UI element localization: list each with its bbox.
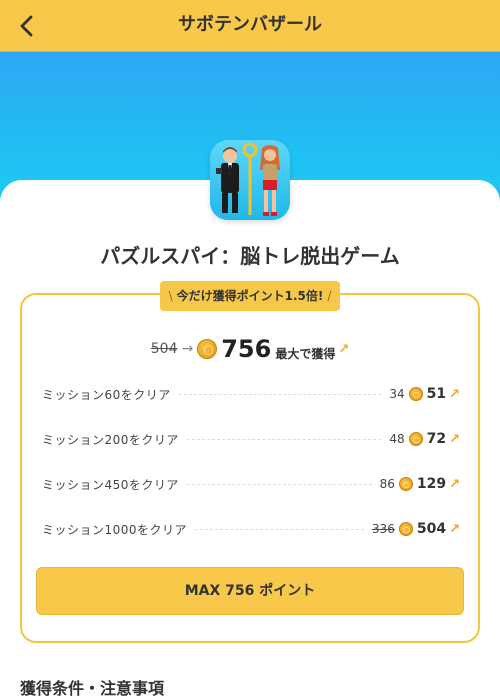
mission-old-points: 336 (371, 522, 395, 536)
arrow-up-right-icon: ↗ (449, 521, 460, 537)
mission-new-points: 51 (426, 386, 447, 402)
mission-row: ミッション450をクリア 86 129 ↗ (42, 474, 460, 494)
badge-text: 今だけ獲得ポイント1.5倍! (176, 289, 324, 303)
mission-new-points: 72 (426, 431, 447, 447)
max-earn-label: 最大で獲得 (275, 346, 336, 361)
max-points-button[interactable]: MAX 756 ポイント (36, 567, 464, 615)
mission-old-points: 34 (389, 387, 405, 401)
coin-icon (408, 432, 423, 446)
total-points-row: 504 → 756 最大で獲得 ↗ (20, 333, 480, 365)
mission-label: ミッション200をクリア (42, 432, 179, 447)
coin-icon (398, 522, 413, 536)
mission-row: ミッション1000をクリア 336 504 ↗ (42, 519, 460, 539)
app-icon (210, 140, 290, 220)
conditions-heading: 獲得条件・注意事項 (20, 679, 165, 698)
mission-row: ミッション60をクリア 34 51 ↗ (42, 384, 460, 404)
dotted-leader (186, 438, 382, 440)
page-title: サボテンバザール (178, 14, 322, 35)
coin-icon (398, 477, 413, 491)
badge-suffix: / (327, 289, 332, 303)
total-old-points: 504 (150, 341, 178, 357)
dotted-leader (195, 528, 364, 530)
badge-prefix: \ (168, 289, 173, 303)
coin-icon (408, 387, 423, 401)
mission-old-points: 86 (379, 477, 395, 491)
mission-old-points: 48 (389, 432, 405, 446)
promo-badge: \ 今だけ獲得ポイント1.5倍! / (160, 281, 340, 311)
mission-new-points: 504 (416, 521, 447, 537)
arrow-up-right-icon: ↗ (449, 386, 460, 402)
dotted-leader (186, 483, 372, 485)
dotted-leader (178, 393, 382, 395)
app-name: パズルスパイ：脳トレ脱出ゲーム (100, 244, 400, 268)
top-header: サボテンバザール (0, 0, 500, 52)
coin-icon (197, 339, 218, 359)
arrow-up-right-icon: ↗ (449, 431, 460, 447)
total-new-points: 756 (221, 335, 272, 363)
arrow-right-icon: → (181, 341, 194, 357)
mission-label: ミッション1000をクリア (42, 522, 188, 537)
mission-label: ミッション60をクリア (42, 387, 171, 402)
mission-label: ミッション450をクリア (42, 477, 179, 492)
arrow-up-right-icon: ↗ (338, 341, 350, 357)
mission-new-points: 129 (416, 476, 447, 492)
arrow-up-right-icon: ↗ (449, 476, 460, 492)
mission-row: ミッション200をクリア 48 72 ↗ (42, 429, 460, 449)
